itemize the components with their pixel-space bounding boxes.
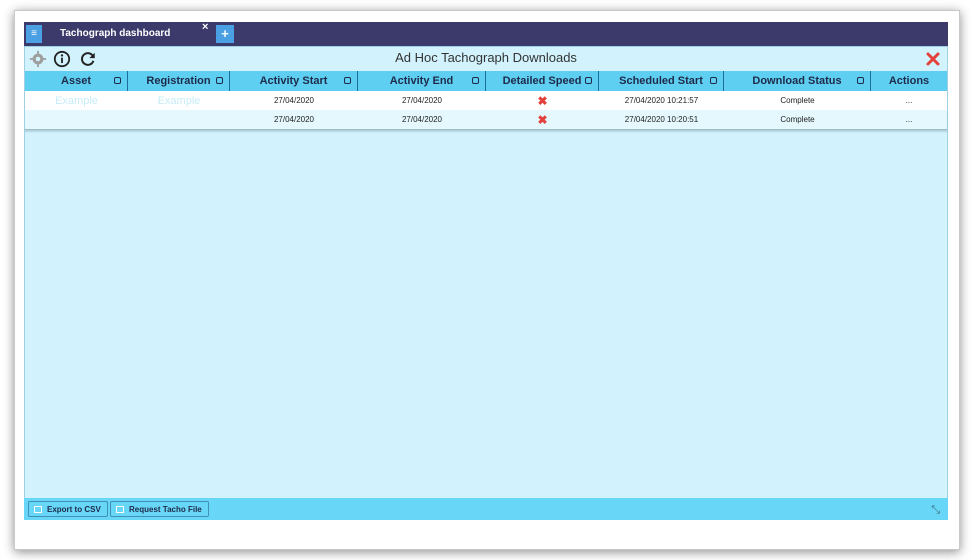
column-menu-icon[interactable] bbox=[344, 77, 351, 84]
column-label: Activity End bbox=[389, 75, 454, 87]
column-label: Registration bbox=[146, 75, 211, 87]
column-menu-icon[interactable] bbox=[710, 77, 717, 84]
column-label: Asset bbox=[61, 75, 91, 87]
column-label: Actions bbox=[888, 75, 930, 87]
column-menu-icon[interactable] bbox=[216, 77, 223, 84]
panel-title: Ad Hoc Tachograph Downloads bbox=[395, 50, 577, 65]
resize-handle-icon[interactable]: ⤡ bbox=[931, 504, 940, 517]
export-icon bbox=[34, 506, 42, 513]
request-file-icon bbox=[116, 506, 124, 513]
column-menu-icon[interactable] bbox=[857, 77, 864, 84]
export-csv-button[interactable]: Export to CSV bbox=[28, 501, 108, 517]
cell-activity-end: 27/04/2020 bbox=[401, 96, 443, 105]
close-panel-icon[interactable] bbox=[925, 51, 941, 67]
column-header-asset[interactable]: Asset bbox=[25, 71, 128, 91]
table-row[interactable]: 27/04/2020 27/04/2020 ✖ 27/04/2020 10:20… bbox=[25, 110, 947, 129]
cell-activity-end: 27/04/2020 bbox=[401, 115, 443, 124]
column-label: Scheduled Start bbox=[619, 75, 703, 87]
panel-toolbar: Ad Hoc Tachograph Downloads bbox=[25, 47, 947, 71]
cell-scheduled-start: 27/04/2020 10:21:57 bbox=[624, 96, 699, 105]
cell-asset bbox=[25, 110, 128, 129]
cross-icon: ✖ bbox=[537, 93, 548, 108]
request-tacho-file-label: Request Tacho File bbox=[129, 505, 202, 514]
request-tacho-file-button[interactable]: Request Tacho File bbox=[110, 501, 209, 517]
column-label: Detailed Speed bbox=[502, 75, 582, 87]
grid-shadow bbox=[25, 129, 947, 133]
tab-tachograph-dashboard[interactable]: Tachograph dashboard bbox=[44, 22, 212, 46]
grid-body: Example Example 27/04/2020 27/04/2020 ✖ … bbox=[25, 91, 947, 129]
row-actions-button[interactable]: ... bbox=[871, 91, 947, 110]
registration-filter-input[interactable]: Example bbox=[128, 91, 230, 110]
cell-download-status: Complete bbox=[780, 115, 815, 124]
asset-filter-input[interactable]: Example bbox=[25, 91, 128, 110]
cell-download-status: Complete bbox=[780, 96, 815, 105]
cell-activity-start: 27/04/2020 bbox=[273, 115, 315, 124]
tab-close-icon[interactable]: × bbox=[202, 21, 208, 33]
cell-detailed-speed: ✖ bbox=[486, 110, 599, 129]
table-row[interactable]: Example Example 27/04/2020 27/04/2020 ✖ … bbox=[25, 91, 947, 110]
column-menu-icon[interactable] bbox=[114, 77, 121, 84]
column-header-actions[interactable]: Actions bbox=[871, 71, 947, 91]
cell-activity-start: 27/04/2020 bbox=[273, 96, 315, 105]
cross-icon: ✖ bbox=[537, 112, 548, 127]
export-csv-label: Export to CSV bbox=[47, 505, 101, 514]
column-header-activity-end[interactable]: Activity End bbox=[358, 71, 486, 91]
row-actions-button[interactable]: ... bbox=[871, 110, 947, 129]
cell-registration bbox=[128, 110, 230, 129]
column-header-detailed-speed[interactable]: Detailed Speed bbox=[486, 71, 599, 91]
cell-scheduled-start: 27/04/2020 10:20:51 bbox=[624, 115, 699, 124]
column-header-activity-start[interactable]: Activity Start bbox=[230, 71, 358, 91]
column-label: Download Status bbox=[752, 75, 842, 87]
panel-footer: Export to CSV Request Tacho File ⤡ bbox=[24, 498, 948, 520]
column-header-registration[interactable]: Registration bbox=[128, 71, 230, 91]
column-header-download-status[interactable]: Download Status bbox=[724, 71, 871, 91]
column-menu-icon[interactable] bbox=[585, 77, 592, 84]
downloads-panel: Ad Hoc Tachograph Downloads Asset Regist… bbox=[24, 46, 948, 520]
column-label: Activity Start bbox=[259, 75, 328, 87]
grid-header: Asset Registration Activity Start Activi… bbox=[25, 71, 947, 91]
column-menu-icon[interactable] bbox=[472, 77, 479, 84]
column-header-scheduled-start[interactable]: Scheduled Start bbox=[599, 71, 724, 91]
cell-detailed-speed: ✖ bbox=[486, 91, 599, 110]
menu-button[interactable]: ≡ bbox=[26, 25, 42, 43]
add-tab-button[interactable]: + bbox=[216, 25, 234, 43]
